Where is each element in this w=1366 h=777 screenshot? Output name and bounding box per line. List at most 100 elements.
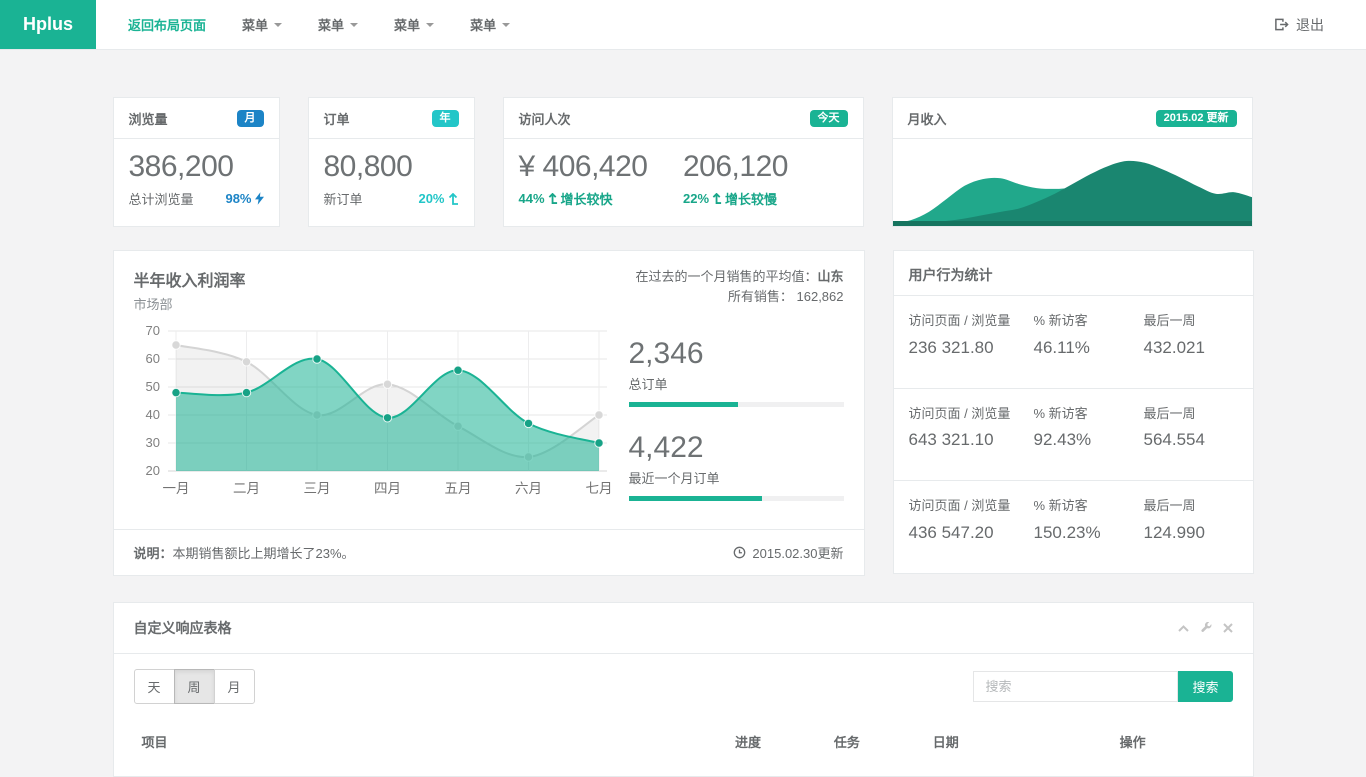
caret-down-icon: [350, 23, 358, 27]
note-label: 说明：: [134, 546, 173, 561]
period-badge: 年: [432, 110, 459, 127]
col-header-progress: 进度: [727, 724, 826, 761]
sales-value: 162,862: [797, 289, 844, 304]
stat-label: % 新访客: [1034, 404, 1136, 424]
menu-dropdown-2[interactable]: 菜单: [300, 0, 376, 49]
menu-dropdown-3[interactable]: 菜单: [376, 0, 452, 49]
logout-label: 退出: [1296, 15, 1324, 35]
avg-label: 在过去的一个月销售的平均值：: [635, 269, 817, 284]
caret-down-icon: [274, 23, 282, 27]
back-to-layout-link[interactable]: 返回布局页面: [110, 0, 224, 49]
stat-value: 124.990: [1144, 523, 1238, 543]
svg-text:20: 20: [145, 463, 159, 478]
month-orders-label: 最近一个月订单: [629, 468, 844, 487]
note-text: 本期销售额比上期增长了23%。: [173, 546, 355, 561]
svg-text:三月: 三月: [303, 481, 330, 496]
growth-label: 增长较快: [561, 189, 613, 208]
tab-month-button[interactable]: 月: [214, 669, 255, 704]
stat-value: 46.11%: [1034, 338, 1144, 358]
svg-text:二月: 二月: [233, 481, 260, 496]
col-header-project: 项目: [134, 724, 727, 761]
svg-text:七月: 七月: [585, 481, 611, 496]
svg-text:一月: 一月: [162, 481, 189, 496]
menu-label: 菜单: [242, 15, 268, 34]
sign-out-icon: [1274, 17, 1289, 32]
progress-bar-fill: [629, 496, 762, 501]
user-stats-row: 访问页面 / 浏览量436 547.20 % 新访客150.23% 最后一周12…: [894, 481, 1253, 573]
level-up-icon: [448, 193, 459, 205]
card-title: 浏览量: [129, 109, 168, 128]
stat-label: 最后一周: [1144, 311, 1238, 331]
period-button-group: 天 周 月: [134, 669, 255, 704]
stat-value: 92.43%: [1034, 430, 1144, 450]
stat-percent: 44%: [519, 191, 545, 206]
svg-text:六月: 六月: [515, 481, 542, 496]
close-button[interactable]: [1223, 623, 1233, 633]
stat-value: 386,200: [129, 150, 264, 184]
stat-label: 新订单: [324, 189, 363, 208]
settings-wrench-button[interactable]: [1200, 622, 1212, 634]
stat-value: 643 321.10: [909, 430, 1034, 450]
panel-title: 用户行为统计: [894, 251, 1253, 296]
updated-badge: 2015.02 更新: [1156, 110, 1237, 127]
menu-label: 菜单: [470, 15, 496, 34]
custom-table: 项目 进度 任务 日期 操作: [134, 724, 1233, 761]
top-navbar: Hplus 返回布局页面 菜单 菜单 菜单 菜单 退出: [0, 0, 1366, 50]
tab-week-button[interactable]: 周: [174, 669, 215, 704]
col-header-date: 日期: [925, 724, 1112, 761]
brand-logo[interactable]: Hplus: [0, 0, 96, 49]
bolt-icon: [255, 192, 264, 205]
caret-down-icon: [426, 23, 434, 27]
level-up-icon: [548, 193, 558, 204]
stat-value: ¥ 406,420: [519, 150, 684, 184]
clock-icon: [733, 546, 746, 559]
svg-text:五月: 五月: [444, 481, 471, 496]
progress-bar-fill: [629, 402, 739, 407]
svg-text:40: 40: [145, 407, 159, 422]
menu-dropdown-4[interactable]: 菜单: [452, 0, 528, 49]
stat-percent: 98%: [225, 191, 251, 206]
search-input[interactable]: [973, 671, 1178, 702]
svg-text:30: 30: [145, 435, 159, 450]
stat-cards-row: 浏览量 月 386,200 总计浏览量 98% 订单 年 80,800 新订单: [113, 97, 1254, 227]
card-orders: 订单 年 80,800 新订单 20%: [308, 97, 475, 227]
total-orders-label: 总订单: [629, 374, 844, 393]
menu-label: 菜单: [318, 15, 344, 34]
level-up-icon: [712, 193, 722, 204]
stat-value: 206,120: [683, 150, 848, 184]
stat-label: 最后一周: [1144, 404, 1238, 424]
card-visits: 访问人次 今天 ¥ 406,420 44%增长较快 206,120 22%增长较…: [503, 97, 864, 227]
user-stats-row: 访问页面 / 浏览量643 321.10 % 新访客92.43% 最后一周564…: [894, 389, 1253, 482]
collapse-button[interactable]: [1178, 624, 1189, 633]
logout-button[interactable]: 退出: [1256, 0, 1342, 49]
growth-label: 增长较慢: [725, 189, 777, 208]
svg-text:60: 60: [145, 351, 159, 366]
updated-text: 2015.02.30更新: [752, 543, 843, 562]
month-orders-value: 4,422: [629, 431, 844, 465]
panel-title: 自定义响应表格: [134, 618, 232, 638]
total-orders-progress: [629, 402, 844, 407]
svg-text:四月: 四月: [374, 481, 401, 496]
card-monthly-income: 月收入 2015.02 更新: [892, 97, 1253, 227]
half-year-profit-line-chart: 203040506070一月二月三月四月五月六月七月: [134, 321, 611, 508]
stat-label: 最后一周: [1144, 496, 1238, 516]
sales-label: 所有销售：: [728, 289, 793, 304]
panel-subtitle: 市场部: [134, 294, 246, 313]
stat-value: 432.021: [1144, 338, 1238, 358]
period-badge: 今天: [810, 110, 848, 127]
col-header-action: 操作: [1112, 724, 1233, 761]
stat-label: 访问页面 / 浏览量: [909, 311, 1011, 331]
card-title: 订单: [324, 109, 350, 128]
search-button[interactable]: 搜索: [1178, 671, 1232, 702]
stat-value: 564.554: [1144, 430, 1238, 450]
menu-label: 菜单: [394, 15, 420, 34]
monthly-income-area-chart: [893, 139, 1252, 226]
stat-label: 总计浏览量: [129, 189, 194, 208]
tab-day-button[interactable]: 天: [134, 669, 175, 704]
stat-value: 236 321.80: [909, 338, 1034, 358]
stat-percent: 22%: [683, 191, 709, 206]
panel-title: 半年收入利润率: [134, 267, 246, 291]
avg-value: 山东: [817, 269, 843, 284]
card-title: 月收入: [908, 109, 947, 128]
menu-dropdown-1[interactable]: 菜单: [224, 0, 300, 49]
